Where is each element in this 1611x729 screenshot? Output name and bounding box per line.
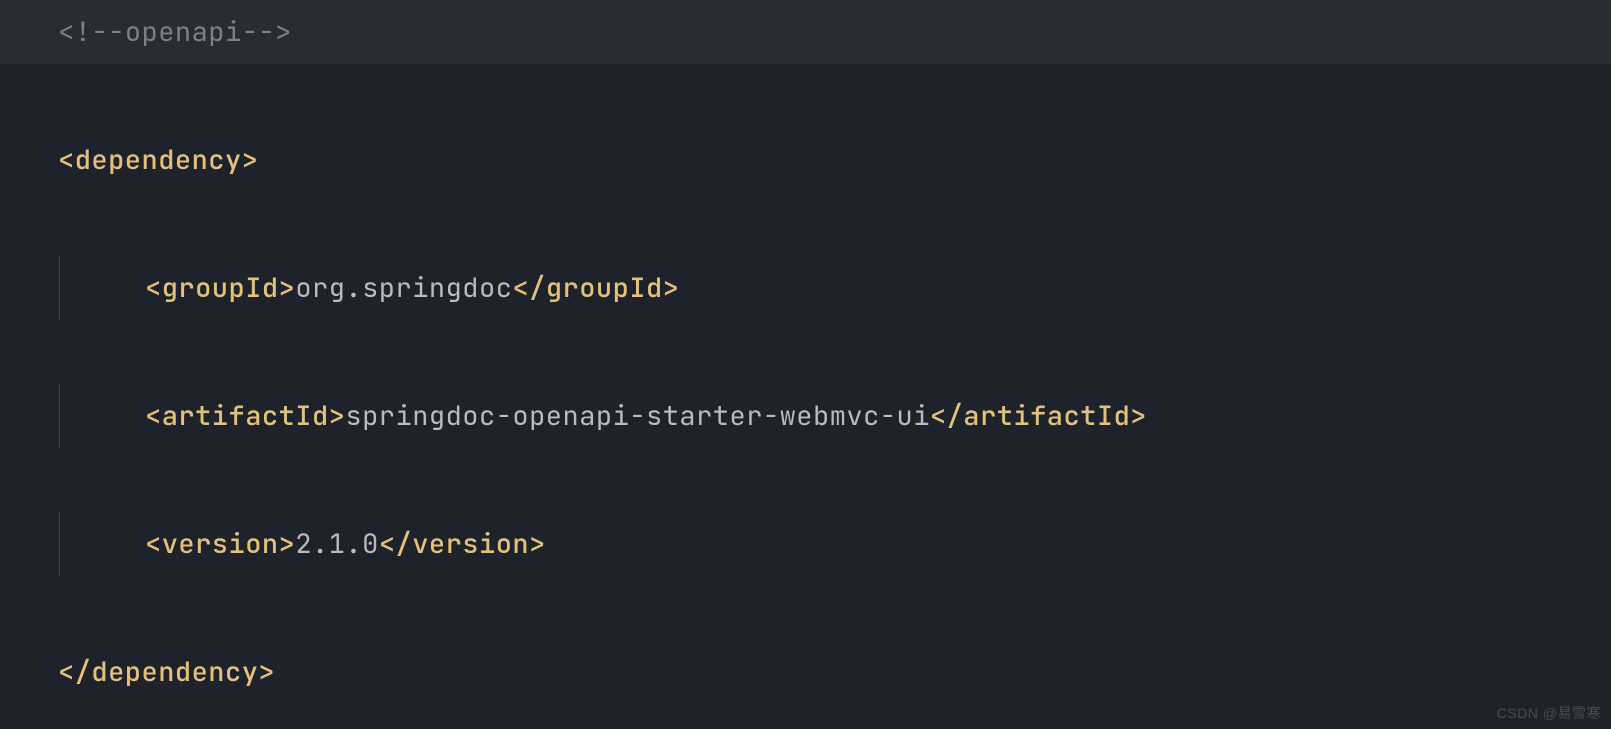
xml-tag: </version>: [379, 526, 546, 562]
code-line: </dependency>: [0, 640, 1611, 704]
xml-tag: </groupId>: [512, 270, 679, 306]
code-line: <!--openapi-->: [0, 0, 1611, 64]
xml-code-block: <!--openapi--> <dependency> <groupId>org…: [0, 0, 1611, 729]
xml-text: springdoc-openapi-starter-webmvc-ui: [345, 398, 930, 434]
xml-tag: <version>: [145, 526, 295, 562]
xml-text: org.springdoc: [295, 270, 512, 306]
code-line: <artifactId>springdoc-openapi-starter-we…: [0, 384, 1611, 448]
xml-tag: </dependency>: [58, 654, 275, 690]
xml-tag: </artifactId>: [930, 398, 1147, 434]
code-line: <version>2.1.0</version>: [0, 512, 1611, 576]
xml-tag: <groupId>: [145, 270, 295, 306]
watermark-text: CSDN @易雪寒: [1497, 703, 1601, 723]
xml-tag: <dependency>: [58, 142, 258, 178]
xml-comment: <!--openapi-->: [58, 14, 292, 50]
xml-tag: <artifactId>: [145, 398, 345, 434]
code-line: <groupId>org.springdoc</groupId>: [0, 256, 1611, 320]
code-line: <dependency>: [0, 128, 1611, 192]
xml-text: 2.1.0: [295, 526, 379, 562]
